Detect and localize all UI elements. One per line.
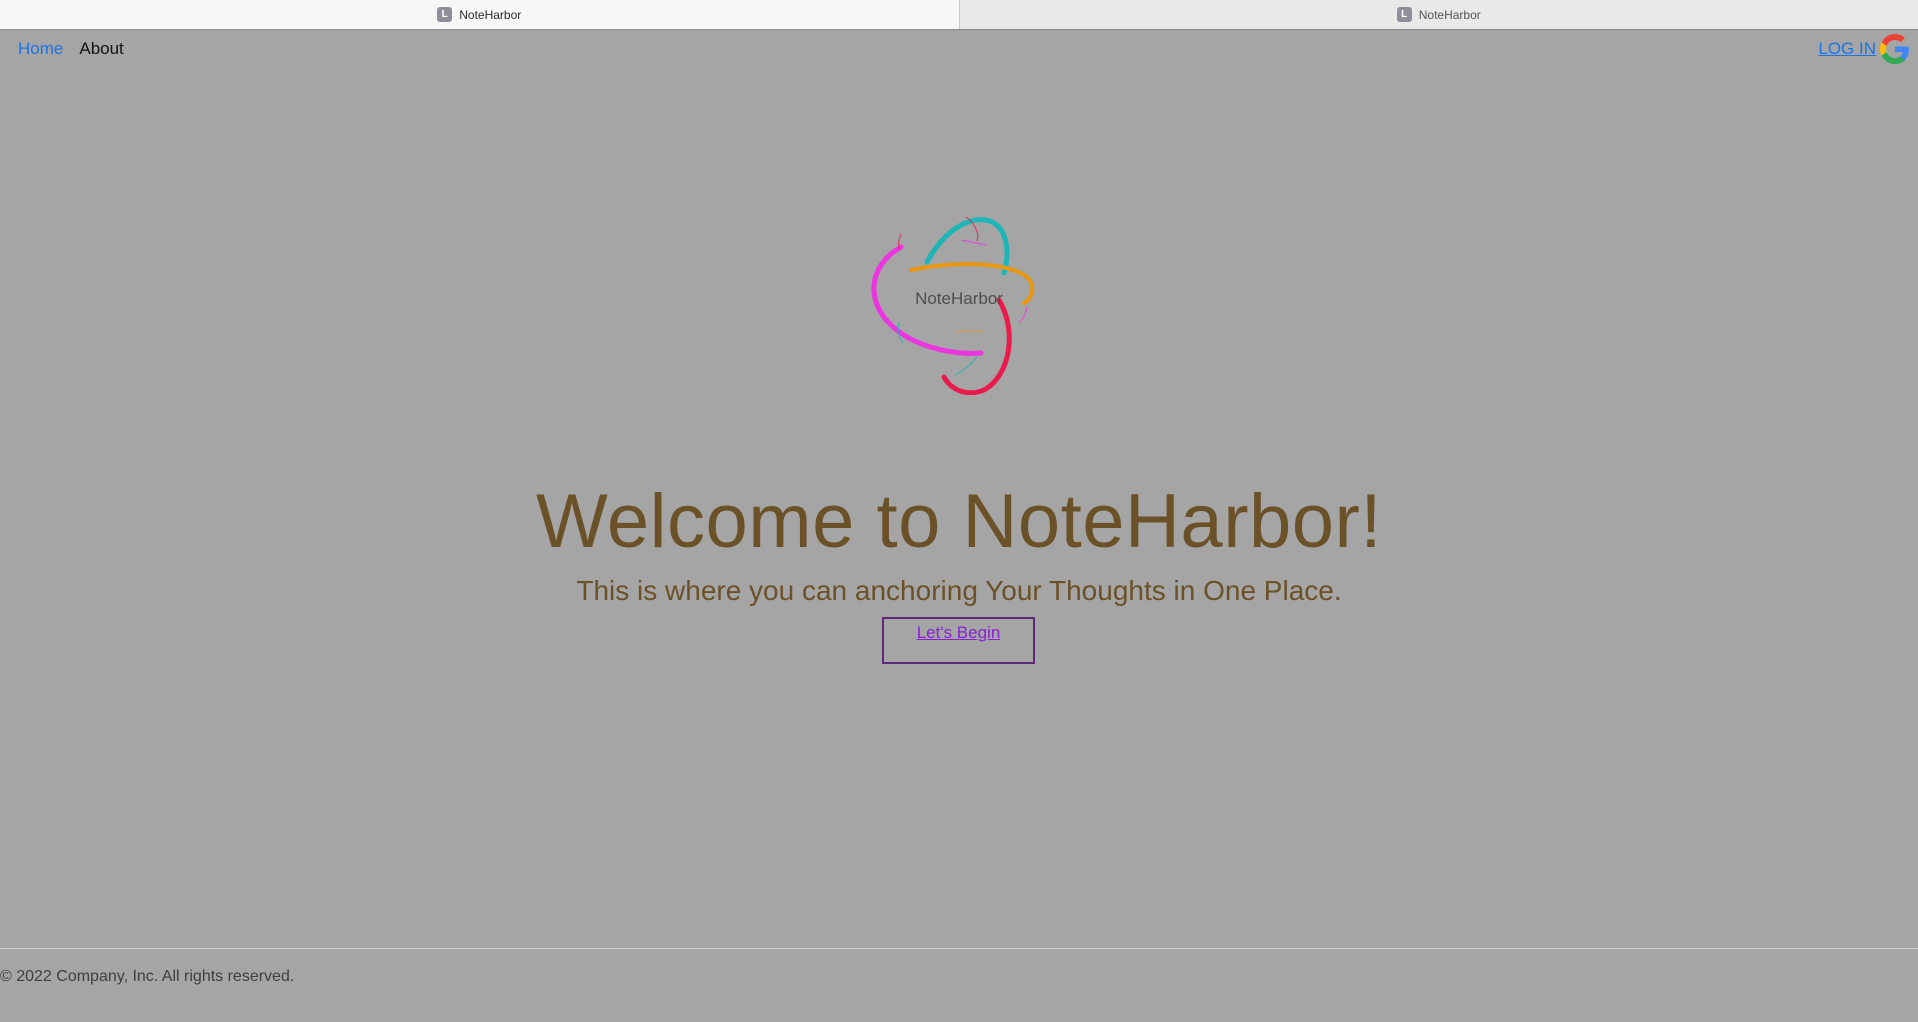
top-nav: Home About LOG IN	[0, 30, 1918, 68]
footer-copyright: © 2022 Company, Inc. All rights reserved…	[0, 968, 295, 985]
login-button[interactable]: LOG IN	[1818, 34, 1910, 64]
nav-about-link[interactable]: About	[79, 39, 123, 59]
footer-divider	[0, 948, 1918, 949]
tab-title: NoteHarbor	[1418, 7, 1481, 22]
hero-title: Welcome to NoteHarbor!	[536, 479, 1382, 564]
login-label: LOG IN	[1818, 39, 1876, 58]
hero-subtitle: This is where you can anchoring Your Tho…	[576, 575, 1342, 606]
google-icon	[1880, 34, 1909, 64]
browser-tab-active[interactable]: L NoteHarbor	[0, 0, 960, 29]
browser-tab-strip: L NoteHarbor L NoteHarbor	[0, 0, 1918, 30]
tab-title: NoteHarbor	[459, 7, 522, 22]
nav-home-link[interactable]: Home	[18, 39, 63, 59]
tab-favicon-icon: L	[437, 7, 453, 22]
logo-text: NoteHarbor	[915, 289, 1003, 308]
lets-begin-button[interactable]: Let's Begin	[882, 617, 1035, 664]
noteharbor-logo: NoteHarbor	[859, 205, 1059, 396]
nav-links: Home About	[18, 39, 124, 59]
browser-tab-inactive[interactable]: L NoteHarbor	[959, 0, 1918, 29]
tab-favicon-icon: L	[1396, 7, 1412, 22]
